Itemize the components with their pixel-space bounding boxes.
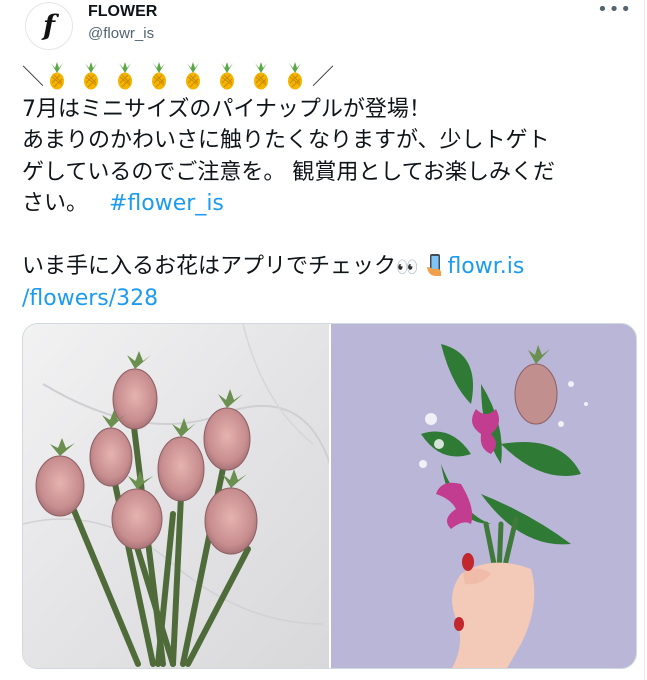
app-link-continued[interactable]: /flowers/328 (22, 286, 158, 311)
phone-in-hand-icon (427, 254, 442, 276)
pineapple-emoji-icon (50, 62, 64, 90)
tweet-card: f FLOWER @flowr_is ••• ＼ ／ 7月はミニサイズのパイナップ… (0, 0, 645, 680)
tweet-line: さい。 #flower_is (22, 188, 632, 220)
avatar-logo: f (42, 9, 56, 42)
media-grid (22, 323, 637, 669)
pineapple-emoji-icon (288, 62, 302, 90)
tweet-line: いま手に入るお花はアプリでチェック👀 flowr.is (22, 251, 632, 283)
pineapple-bouquet-image (23, 324, 329, 668)
tweet-line: ゲしているのでご注意を。 観賞用としてお楽しみくだ (22, 159, 556, 185)
display-name[interactable]: FLOWER (88, 3, 157, 21)
eyes-emoji-icon: 👀 (396, 257, 418, 278)
tweet-text: ＼ ／ 7月はミニサイズのパイナップルが登場！ あまりのかわいさに触りたくなります… (22, 62, 632, 314)
pineapple-banner-line: ＼ ／ (22, 62, 632, 94)
pineapple-emoji-icon (186, 62, 200, 90)
pineapple-emoji-icon (254, 62, 268, 90)
user-handle[interactable]: @flowr_is (88, 25, 154, 42)
hand-bouquet-image (331, 324, 636, 668)
left-slash: ＼ (22, 65, 45, 90)
photo-hand-bouquet[interactable] (331, 324, 636, 668)
app-link[interactable]: flowr.is (447, 254, 524, 279)
pineapple-emoji-icon (152, 62, 166, 90)
tweet-line-text: いま手に入るお花はアプリでチェック (22, 254, 397, 279)
pineapple-emoji-icon (84, 62, 98, 90)
pineapple-emoji-icon (220, 62, 234, 90)
more-options-button[interactable]: ••• (597, 0, 632, 20)
tweet-line: /flowers/328 (22, 283, 632, 315)
avatar[interactable]: f (25, 2, 73, 50)
tweet-line: あまりのかわいさに触りたくなりますが、少しトゲト (22, 128, 550, 153)
right-slash: ／ (312, 65, 335, 90)
pineapple-emoji-icon (118, 62, 132, 90)
tweet-line: 7月はミニサイズのパイナップルが登場！ (22, 96, 431, 122)
photo-pineapple-bouquet[interactable] (23, 324, 329, 668)
pineapple-row (40, 62, 312, 90)
hashtag-link[interactable]: #flower_is (109, 191, 224, 216)
tweet-line-text: さい。 (22, 191, 89, 216)
